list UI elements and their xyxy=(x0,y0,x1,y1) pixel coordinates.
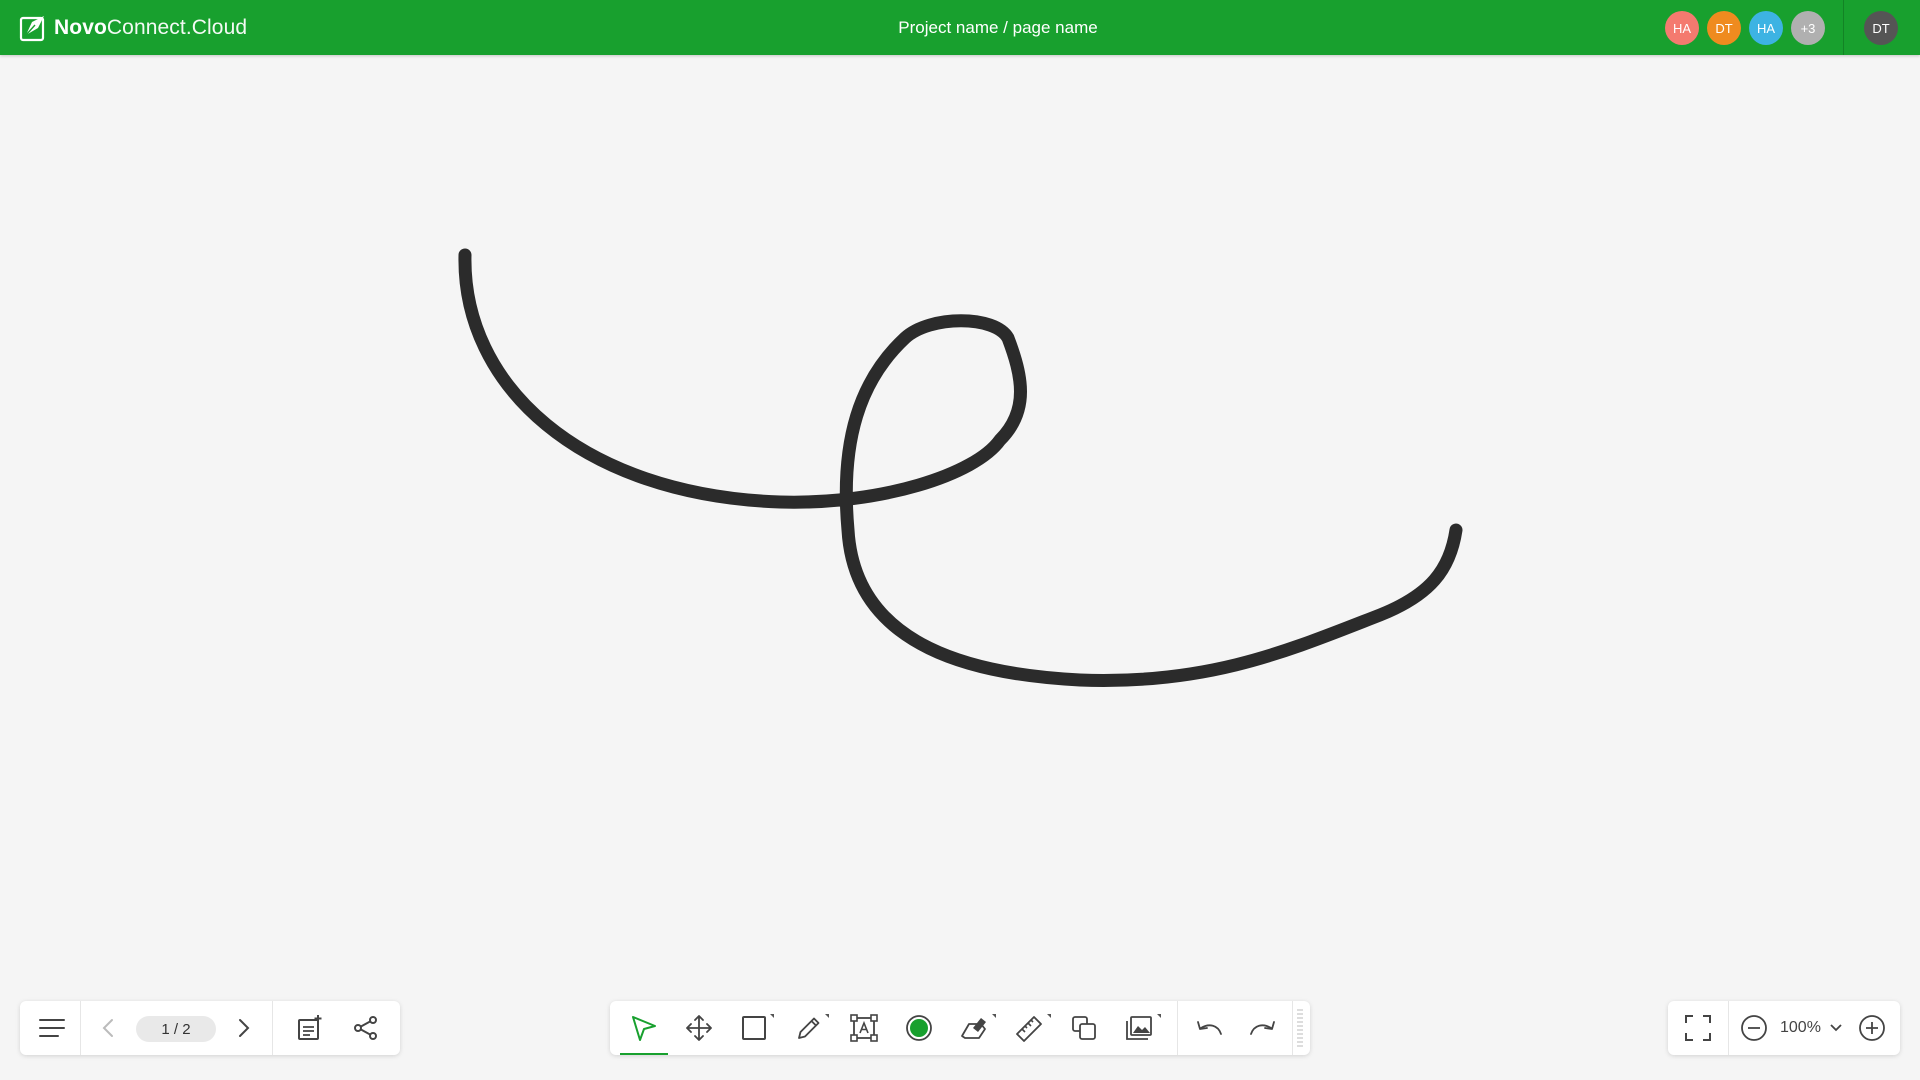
chevron-down-icon xyxy=(1830,1024,1842,1032)
pan-icon xyxy=(686,1015,712,1041)
zoom-level: 100% xyxy=(1780,1019,1821,1036)
drawing-toolbar xyxy=(610,1001,1310,1055)
submenu-indicator-icon xyxy=(992,1014,996,1018)
color-picker-button[interactable] xyxy=(895,1001,943,1055)
undo-icon xyxy=(1197,1021,1222,1035)
zoom-out-icon xyxy=(1741,1015,1767,1041)
logo-icon xyxy=(19,16,45,42)
image-insert-button[interactable] xyxy=(1115,1001,1163,1055)
fullscreen-icon xyxy=(1685,1015,1711,1041)
chevron-left-icon xyxy=(102,1019,113,1037)
zoom-in-button[interactable] xyxy=(1848,1001,1896,1055)
select-tool-button[interactable] xyxy=(620,1001,668,1055)
add-page-icon xyxy=(298,1015,322,1040)
layers-icon xyxy=(1072,1016,1096,1040)
zoom-out-button[interactable] xyxy=(1730,1001,1778,1055)
avatar[interactable]: HA xyxy=(1665,11,1699,45)
logo-text-novo: Novo xyxy=(54,16,107,39)
next-page-button[interactable] xyxy=(220,1001,268,1055)
zoom-level-dropdown[interactable]: 100% xyxy=(1780,1001,1852,1055)
fullscreen-button[interactable] xyxy=(1674,1001,1722,1055)
shape-tool-button[interactable] xyxy=(730,1001,778,1055)
page-toolbar: 1 / 2 xyxy=(20,1001,400,1055)
menu-icon xyxy=(39,1019,65,1037)
submenu-indicator-icon xyxy=(770,1014,774,1018)
toolbar-drag-handle[interactable] xyxy=(1296,1007,1304,1049)
submenu-indicator-icon xyxy=(1047,1014,1051,1018)
share-icon xyxy=(354,1016,377,1040)
redo-button[interactable] xyxy=(1238,1001,1286,1055)
header-divider xyxy=(1843,0,1844,55)
current-user-avatar[interactable]: DT xyxy=(1864,11,1898,45)
text-box-icon xyxy=(850,1014,878,1042)
prev-page-button[interactable] xyxy=(84,1001,132,1055)
image-icon xyxy=(1126,1016,1152,1040)
chevron-right-icon xyxy=(239,1019,250,1037)
redo-icon xyxy=(1250,1021,1275,1035)
text-tool-button[interactable] xyxy=(840,1001,888,1055)
drag-handle-icon xyxy=(1297,1009,1303,1047)
participant-avatars: HA DT HA +3 xyxy=(1665,11,1825,45)
color-swatch-icon xyxy=(906,1015,932,1041)
pan-tool-button[interactable] xyxy=(675,1001,723,1055)
avatar[interactable]: HA xyxy=(1749,11,1783,45)
eraser-icon xyxy=(961,1018,986,1039)
logo-text-connect-cloud: Connect.Cloud xyxy=(106,16,248,39)
menu-button[interactable] xyxy=(28,1001,76,1055)
page-indicator[interactable]: 1 / 2 xyxy=(136,1016,216,1042)
share-button[interactable] xyxy=(342,1001,390,1055)
ruler-tool-button[interactable] xyxy=(1005,1001,1053,1055)
add-page-button[interactable] xyxy=(286,1001,334,1055)
avatar[interactable]: DT xyxy=(1707,11,1741,45)
more-participants-badge[interactable]: +3 xyxy=(1791,11,1825,45)
layers-button[interactable] xyxy=(1060,1001,1108,1055)
app-header: NovoConnect.Cloud Project name / page na… xyxy=(0,0,1920,55)
submenu-indicator-icon xyxy=(825,1014,829,1018)
undo-button[interactable] xyxy=(1186,1001,1234,1055)
pen-icon xyxy=(798,1017,820,1039)
app-logo[interactable]: NovoConnect.Cloud xyxy=(18,13,247,43)
select-icon xyxy=(632,1016,656,1041)
page-title: Project name / page name xyxy=(898,18,1098,37)
submenu-indicator-icon xyxy=(1157,1014,1161,1018)
zoom-in-icon xyxy=(1859,1015,1885,1041)
pen-tool-button[interactable] xyxy=(785,1001,833,1055)
view-toolbar: 100% xyxy=(1668,1001,1900,1055)
whiteboard-canvas[interactable] xyxy=(0,55,1920,1080)
eraser-tool-button[interactable] xyxy=(950,1001,998,1055)
freehand-stroke[interactable] xyxy=(458,248,1463,687)
ruler-icon xyxy=(1016,1016,1042,1042)
drawing-layer xyxy=(458,248,1463,687)
active-tool-indicator xyxy=(620,1053,668,1055)
shape-icon xyxy=(742,1016,766,1040)
